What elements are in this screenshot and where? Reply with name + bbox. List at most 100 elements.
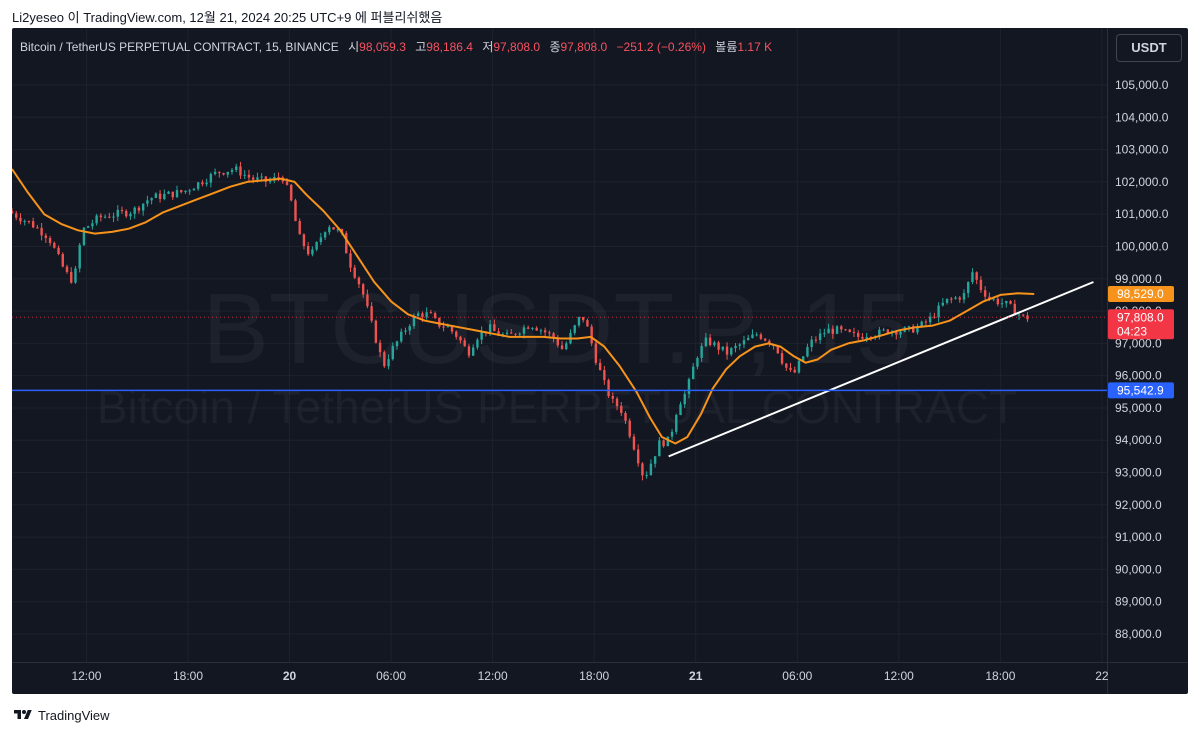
candle-body (1017, 314, 1021, 316)
candle-body (205, 182, 208, 185)
candle-body (158, 193, 162, 199)
candle-body (823, 333, 826, 335)
candle-body (416, 313, 420, 317)
price-label: 95,542.9 (1108, 382, 1174, 399)
candle-body (937, 305, 940, 318)
candle-body (302, 234, 306, 247)
candle-body (323, 232, 327, 238)
candle-body (514, 333, 517, 335)
candle-body (806, 347, 809, 357)
candle-body (86, 226, 90, 228)
candle-body (725, 346, 729, 355)
chart-svg[interactable]: BTCUSDT.P, 15 Bitcoin / TetherUS PERPETU… (12, 28, 1188, 694)
legend-low-label: 저 (482, 40, 494, 54)
candle-body (603, 370, 606, 381)
price-label: 97,808.004:23 (1108, 309, 1174, 340)
candle-body (463, 340, 466, 347)
candle-body (15, 213, 18, 218)
candle-body (459, 336, 462, 341)
candle-body (814, 339, 818, 341)
candle-body (247, 174, 251, 178)
candle-body (747, 338, 750, 341)
candle-body (649, 463, 653, 476)
chart-area[interactable]: BTCUSDT.P, 15 Bitcoin / TetherUS PERPETU… (12, 28, 1188, 694)
candle-body (577, 316, 581, 326)
legend-change: −251.2 (−0.26%) (616, 40, 706, 54)
candle-body (374, 320, 378, 343)
candle-body (349, 253, 352, 268)
candle-body (370, 306, 373, 321)
candle-body (687, 379, 691, 394)
candle-body (40, 227, 43, 236)
candle-body (239, 166, 242, 176)
candle-body (74, 268, 77, 283)
legend-symbol[interactable]: Bitcoin / TetherUS PERPETUAL CONTRACT, 1… (20, 40, 339, 54)
candle-body (899, 331, 902, 335)
candle-body (175, 190, 179, 198)
candle-body (730, 348, 733, 355)
legend-close-label: 종 (549, 40, 561, 54)
candle-body (505, 332, 509, 335)
candle-body (226, 171, 229, 175)
y-tick-label: 105,000.0 (1115, 78, 1169, 92)
candle-body (298, 221, 301, 235)
candle-body (700, 346, 703, 359)
candle-body (844, 329, 847, 331)
x-tick-label: 20 (283, 669, 297, 683)
candle-body (285, 181, 289, 185)
candle-body (44, 235, 48, 239)
legend-low: 97,808.0 (493, 40, 541, 54)
candle-body (632, 436, 636, 450)
candle-body (251, 177, 255, 180)
candle-body (137, 207, 141, 211)
candle-body (751, 334, 754, 339)
candle-body (319, 237, 323, 243)
candle-body (738, 344, 741, 346)
candle-body (209, 174, 213, 183)
candle-body (315, 242, 318, 250)
candle-body (78, 244, 81, 269)
candle-body (658, 440, 661, 457)
candle-body (620, 406, 623, 413)
y-tick-label: 99,000.0 (1115, 272, 1162, 286)
candle-body (539, 330, 543, 332)
candle-body (99, 215, 103, 218)
candle-body (967, 282, 970, 294)
candle-body (759, 334, 763, 339)
price-label-text: 97,808.0 (1117, 310, 1164, 324)
candle-body (996, 298, 1000, 305)
candle-body (433, 313, 437, 318)
legend-open: 98,059.3 (359, 40, 406, 54)
candle-body (793, 369, 796, 373)
x-tick-label: 06:00 (376, 669, 406, 683)
candle-body (129, 213, 132, 217)
candle-body (979, 279, 983, 291)
footer-brand: TradingView (38, 707, 110, 723)
candle-body (882, 329, 885, 331)
candle-body (425, 312, 428, 318)
currency-button[interactable]: USDT (1116, 34, 1182, 62)
candle-body (48, 238, 52, 243)
candle-body (154, 193, 158, 198)
candle-body (945, 298, 949, 303)
candle-body (467, 346, 471, 356)
candle-body (950, 298, 953, 300)
y-tick-label: 88,000.0 (1115, 627, 1162, 641)
candle-body (476, 339, 479, 348)
price-label-countdown: 04:23 (1117, 324, 1147, 338)
candle-body (679, 404, 682, 416)
candle-body (400, 331, 403, 342)
candle-body (112, 216, 115, 218)
legend-high: 98,186.4 (426, 40, 473, 54)
x-tick-label: 12:00 (478, 669, 508, 683)
candle-body (789, 367, 792, 370)
legend-volume-label: 볼륨 (715, 40, 738, 54)
candle-body (404, 330, 407, 332)
x-tick-label: 18:00 (579, 669, 609, 683)
candle-body (628, 420, 631, 437)
x-tick-label: 22 (1095, 669, 1109, 683)
candle-body (23, 220, 26, 222)
candle-body (57, 247, 60, 255)
candle-body (120, 209, 124, 211)
candle-body (125, 210, 128, 217)
